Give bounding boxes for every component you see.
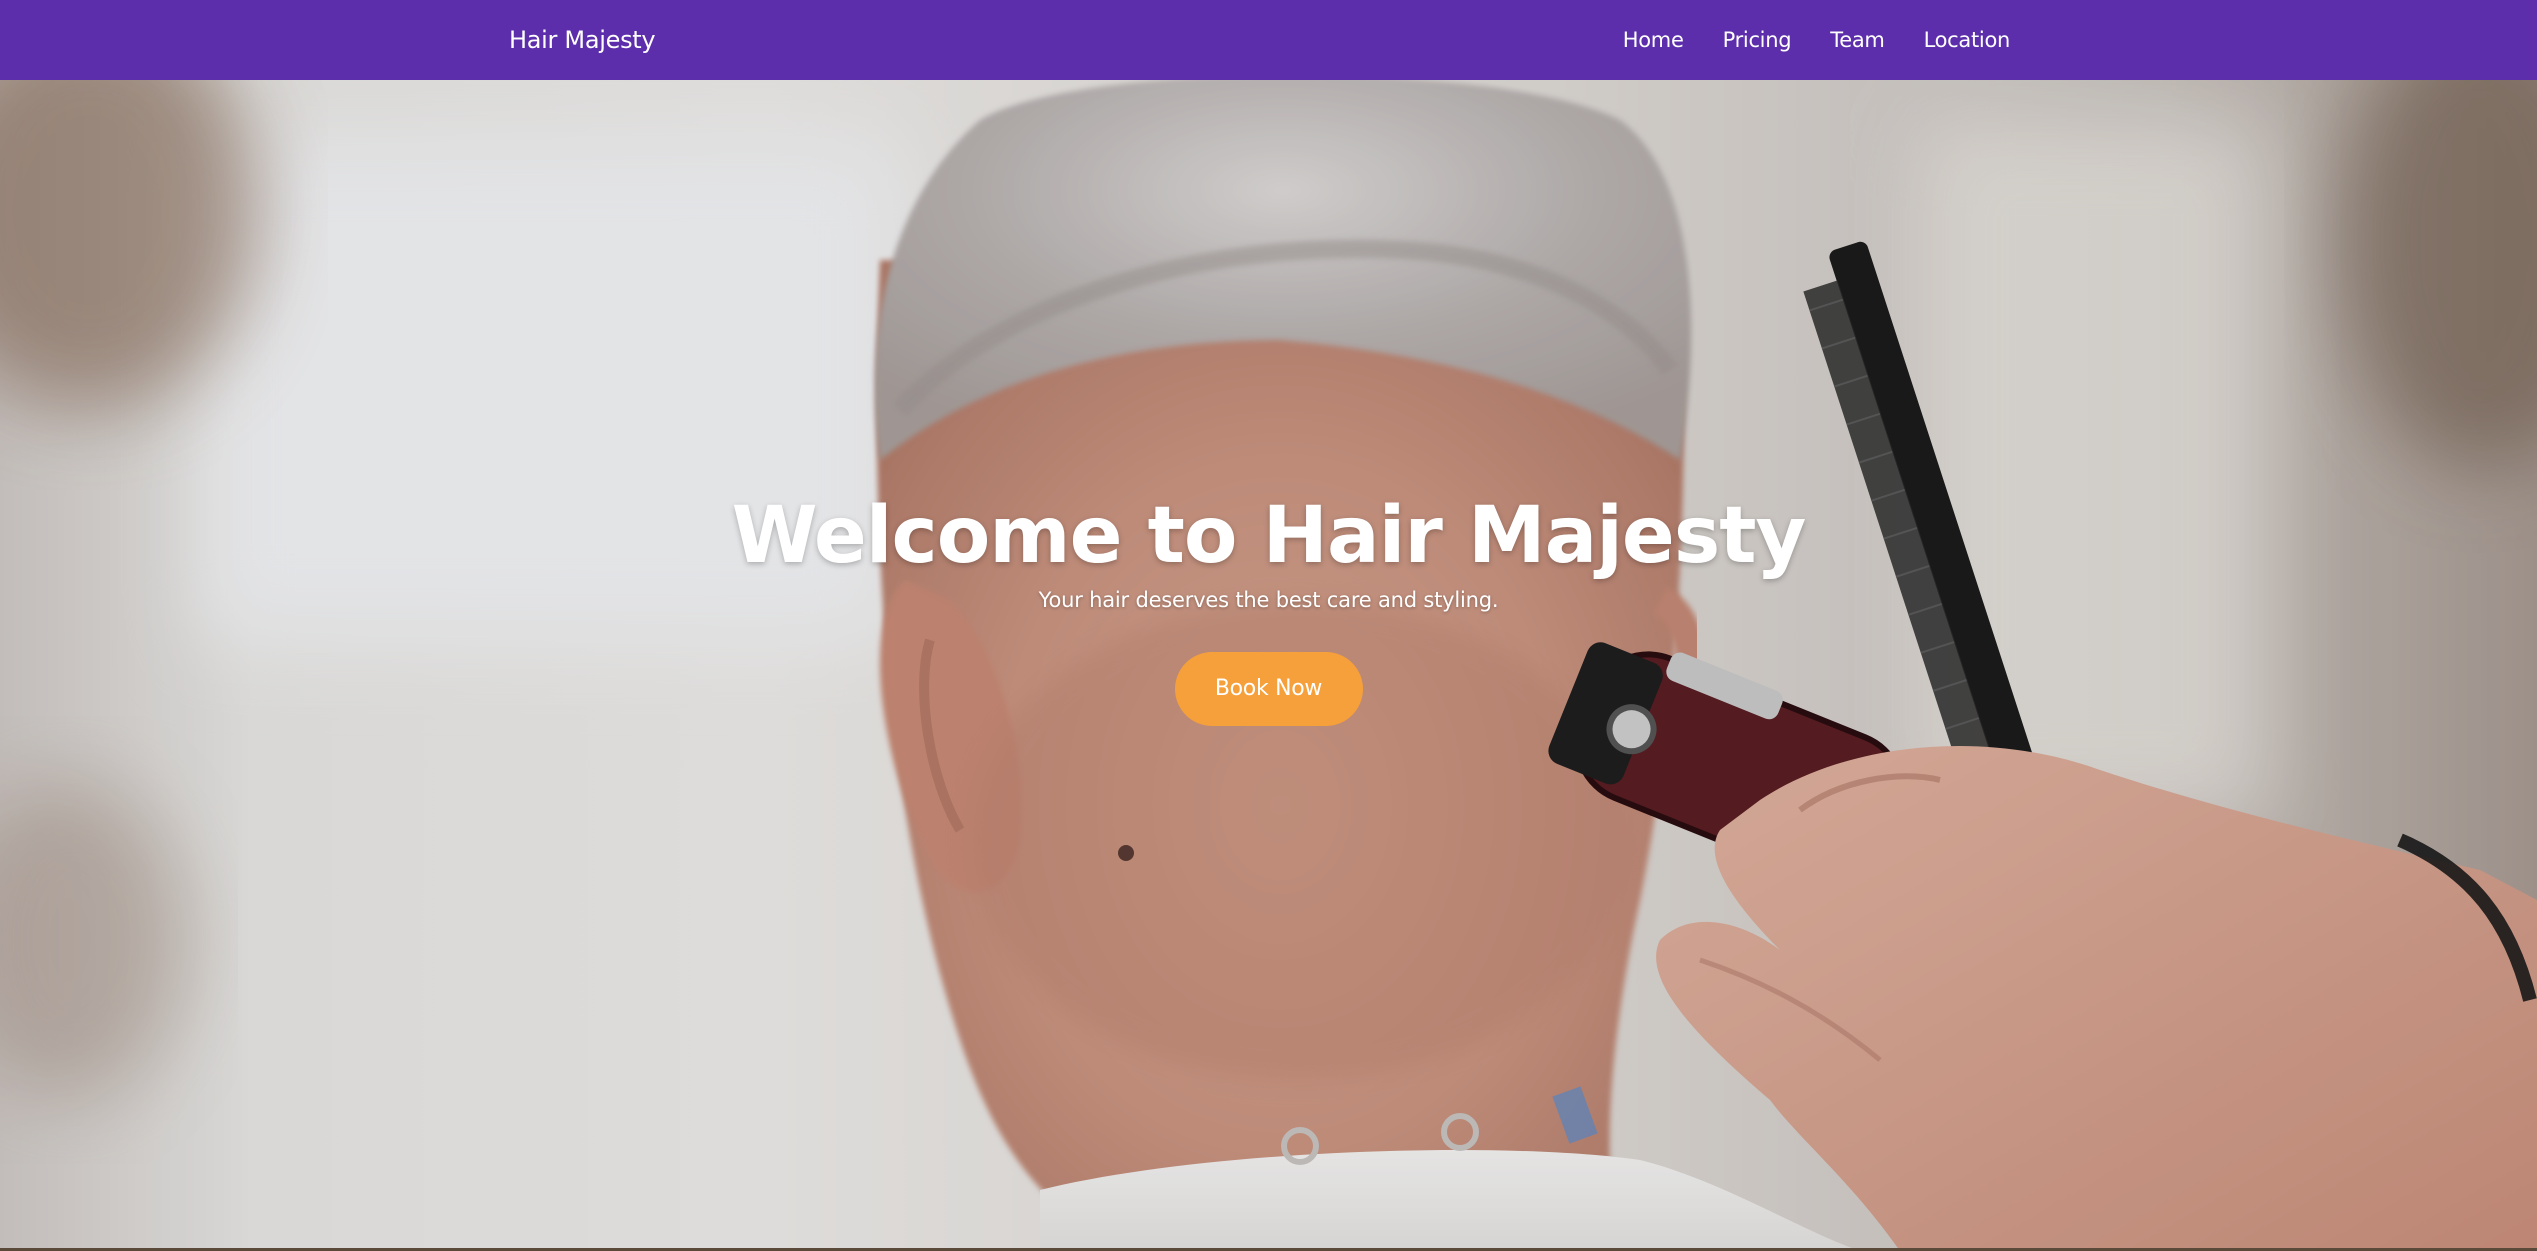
brand-logo-link[interactable]: Hair Majesty	[509, 0, 656, 80]
book-now-button[interactable]: Book Now	[1174, 652, 1363, 726]
hero-section: Welcome to Hair Majesty Your hair deserv…	[0, 80, 2537, 1251]
nav-link-pricing[interactable]: Pricing	[1723, 28, 1792, 52]
nav-link-home[interactable]: Home	[1623, 28, 1684, 52]
hero-title: Welcome to Hair Majesty	[731, 491, 1807, 581]
hero-content: Welcome to Hair Majesty Your hair deserv…	[0, 490, 2537, 726]
hero-subtitle: Your hair deserves the best care and sty…	[1038, 588, 1499, 612]
nav-links: Home Pricing Team Location	[1623, 0, 2011, 80]
nav-link-team[interactable]: Team	[1830, 28, 1885, 52]
top-navbar: Hair Majesty Home Pricing Team Location	[0, 0, 2537, 80]
nav-link-location[interactable]: Location	[1924, 28, 2011, 52]
